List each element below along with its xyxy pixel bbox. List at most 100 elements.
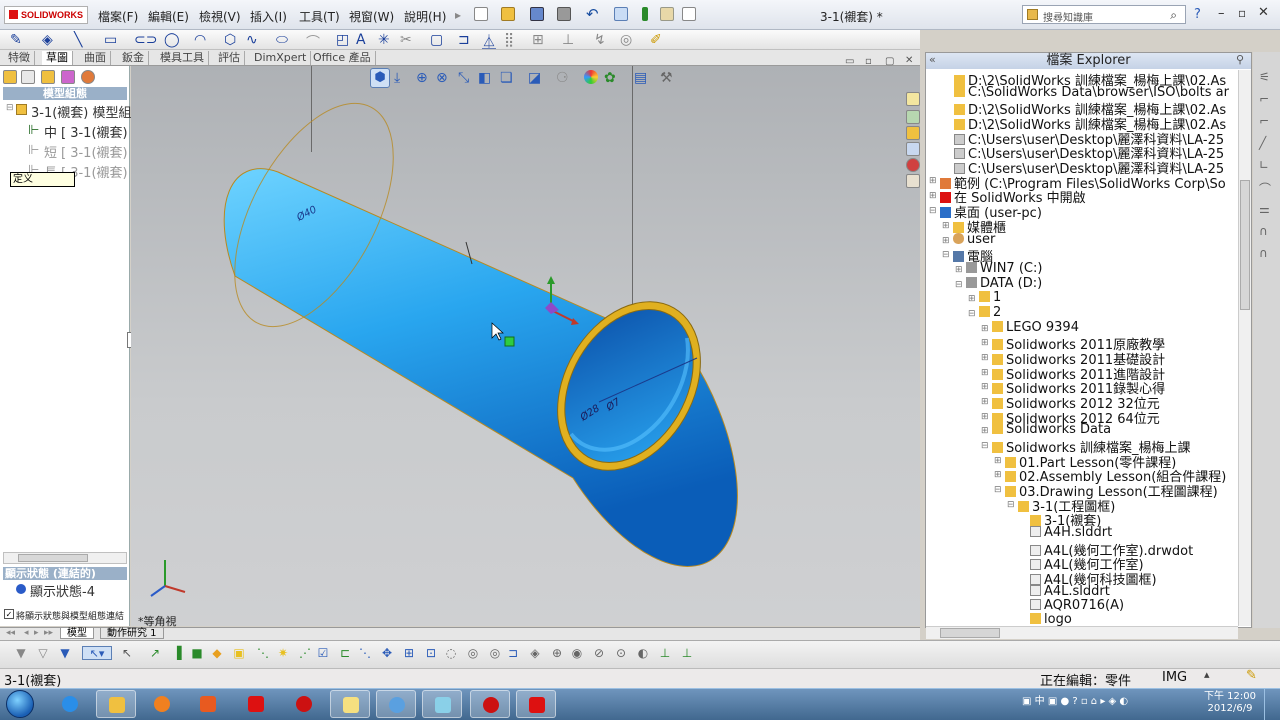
smart-dimension-icon[interactable]: ✎: [10, 32, 22, 48]
taskbar-media[interactable]: [142, 690, 182, 718]
filter-toggle-icon[interactable]: ▽: [36, 646, 50, 660]
taskbar-recorder[interactable]: [284, 690, 324, 718]
print-icon[interactable]: [557, 7, 571, 21]
pin-icon[interactable]: ▸: [455, 8, 461, 22]
resources-icon[interactable]: [906, 92, 920, 106]
snap-icon[interactable]: ⊙: [614, 646, 628, 660]
snap-icon[interactable]: ⊏: [338, 646, 352, 660]
scroll-thumb[interactable]: [1240, 180, 1250, 310]
polygon-icon[interactable]: ⬡: [224, 32, 236, 48]
sketch-tool-icon[interactable]: ∟: [1259, 158, 1273, 172]
snap-icon[interactable]: ⊘: [592, 646, 606, 660]
snap-icon[interactable]: ⋱: [256, 646, 270, 660]
trim-icon[interactable]: ✂: [400, 32, 412, 48]
explorer-pin-icon[interactable]: ⚲: [1236, 53, 1244, 66]
expand-icon[interactable]: ⊞: [929, 176, 937, 186]
pointer-icon[interactable]: ↖: [120, 646, 134, 660]
taskbar-app2[interactable]: [376, 690, 416, 718]
tab-sketch[interactable]: 草圖: [42, 51, 73, 65]
collapse-icon[interactable]: ⊟: [942, 250, 950, 260]
explorer-hscrollbar[interactable]: [926, 626, 1238, 639]
tree-config-short[interactable]: [ 3-1(襯套): [61, 142, 128, 161]
expand-icon[interactable]: ⊞: [981, 368, 989, 378]
menu-insert[interactable]: 插入(I): [250, 8, 287, 25]
expand-icon[interactable]: ⊞: [955, 265, 963, 275]
tab-scroll-prev-icon[interactable]: ◂: [24, 628, 29, 638]
tab-motion-study[interactable]: 動作研究 1: [100, 628, 164, 639]
select-icon[interactable]: [614, 7, 628, 21]
collapse-icon[interactable]: ⊟: [994, 485, 1002, 495]
snap-icon[interactable]: ▐: [170, 646, 184, 660]
scroll-thumb[interactable]: [18, 554, 88, 562]
menu-tools[interactable]: 工具(T): [299, 8, 340, 25]
menu-file[interactable]: 檔案(F): [98, 8, 138, 25]
snap-icon[interactable]: ◎: [466, 646, 480, 660]
mirror-icon[interactable]: ⏅: [482, 32, 496, 52]
snap-icon[interactable]: ◌: [444, 646, 458, 660]
file-item[interactable]: AQR0716(A): [1030, 598, 1124, 613]
restore-button[interactable]: ▫: [1238, 6, 1246, 20]
tab-office[interactable]: Office 產品: [309, 51, 376, 65]
taskbar-explorer[interactable]: [96, 690, 136, 718]
expand-icon[interactable]: ⊞: [981, 426, 989, 436]
recent-item[interactable]: C:\SolidWorks Data\browser\ISO\bolts ar: [954, 85, 1229, 100]
select-mode-icon[interactable]: ↖▾: [82, 646, 112, 660]
search-input[interactable]: 搜尋知識庫 ⌕: [1022, 5, 1186, 24]
sketch-icon[interactable]: ◈: [42, 32, 53, 48]
tree-folder[interactable]: 1: [979, 290, 1001, 305]
tab-mold-tools[interactable]: 模具工具: [156, 51, 209, 65]
expand-icon[interactable]: ⊞: [968, 294, 976, 304]
sketch-tool-icon[interactable]: ⚌: [1259, 202, 1273, 216]
view-palette-icon[interactable]: [906, 158, 920, 172]
sketch-tool-icon[interactable]: ⌐: [1259, 92, 1273, 106]
move-icon[interactable]: ⊞: [532, 32, 544, 48]
sketch-tool-icon[interactable]: ⚟: [1259, 70, 1273, 84]
tree-root[interactable]: 3-1(襯套) 模型組: [31, 102, 132, 121]
sketch-tool-icon[interactable]: ╱: [1259, 136, 1273, 150]
viewport-close-icon[interactable]: ✕: [905, 55, 913, 66]
tree-drive-d[interactable]: DATA (D:): [966, 276, 1042, 291]
tray-icons[interactable]: ▣ ● ? ▫ ⌂ ▸ ◈ ◐: [1045, 696, 1128, 707]
pattern-icon[interactable]: ⣿: [504, 32, 514, 48]
rapid-sketch-icon[interactable]: ✐: [650, 32, 662, 48]
part-model[interactable]: Ø40 Ø28 Ø7: [131, 66, 920, 626]
help-icon[interactable]: ?: [1194, 7, 1201, 22]
save-icon[interactable]: [530, 7, 544, 21]
expand-icon[interactable]: ⊞: [942, 221, 950, 231]
system-clock[interactable]: 下午 12:00 2012/6/9: [1200, 691, 1260, 715]
sketch-tool-icon[interactable]: ⌐: [1259, 114, 1273, 128]
collapse-icon[interactable]: ⊟: [955, 280, 963, 290]
explorer-vscrollbar[interactable]: [1238, 70, 1251, 626]
expand-icon[interactable]: ⊞: [994, 470, 1002, 480]
snap-icon[interactable]: ⊥: [680, 646, 694, 660]
expand-icon[interactable]: ⊞: [981, 338, 989, 348]
close-button[interactable]: ✕: [1258, 5, 1269, 20]
start-button[interactable]: [6, 690, 34, 718]
origin-marker-icon[interactable]: [504, 336, 515, 347]
tree-drive-c[interactable]: WIN7 (C:): [966, 261, 1042, 276]
filter-select-icon[interactable]: ▼: [58, 646, 72, 660]
file-explorer-icon[interactable]: [906, 126, 920, 140]
snap-icon[interactable]: ☑: [316, 646, 330, 660]
search-icon[interactable]: ⌕: [1170, 8, 1177, 23]
fillet-icon[interactable]: ⌒: [306, 32, 320, 52]
property-manager-icon[interactable]: [21, 70, 35, 84]
sketch-tool-icon[interactable]: ∩: [1259, 246, 1273, 260]
tab-features[interactable]: 特徵: [4, 51, 35, 65]
tree-config-mid[interactable]: [ 3-1(襯套): [61, 122, 128, 141]
new-icon[interactable]: [474, 7, 488, 21]
undo-icon[interactable]: ↶: [586, 5, 599, 23]
dimxpert-icon[interactable]: [61, 70, 75, 84]
tray-monitor-icon[interactable]: ▣: [1022, 696, 1035, 707]
quick-tips-icon[interactable]: ✎: [1246, 668, 1257, 683]
tree-folder[interactable]: 2: [979, 305, 1001, 320]
snap-icon[interactable]: ⋰: [298, 646, 312, 660]
tab-scroll-last-icon[interactable]: ▸▸: [44, 628, 53, 638]
tab-evaluate[interactable]: 評估: [214, 51, 245, 65]
filter-icon[interactable]: ▼: [14, 646, 28, 660]
solidworks-logo[interactable]: SOLIDWORKS: [4, 6, 88, 24]
snap-icon[interactable]: ⊕: [550, 646, 564, 660]
snap-icon[interactable]: ◉: [570, 646, 584, 660]
tree-user[interactable]: user: [953, 232, 995, 247]
collapse-icon[interactable]: ⊟: [968, 309, 976, 319]
